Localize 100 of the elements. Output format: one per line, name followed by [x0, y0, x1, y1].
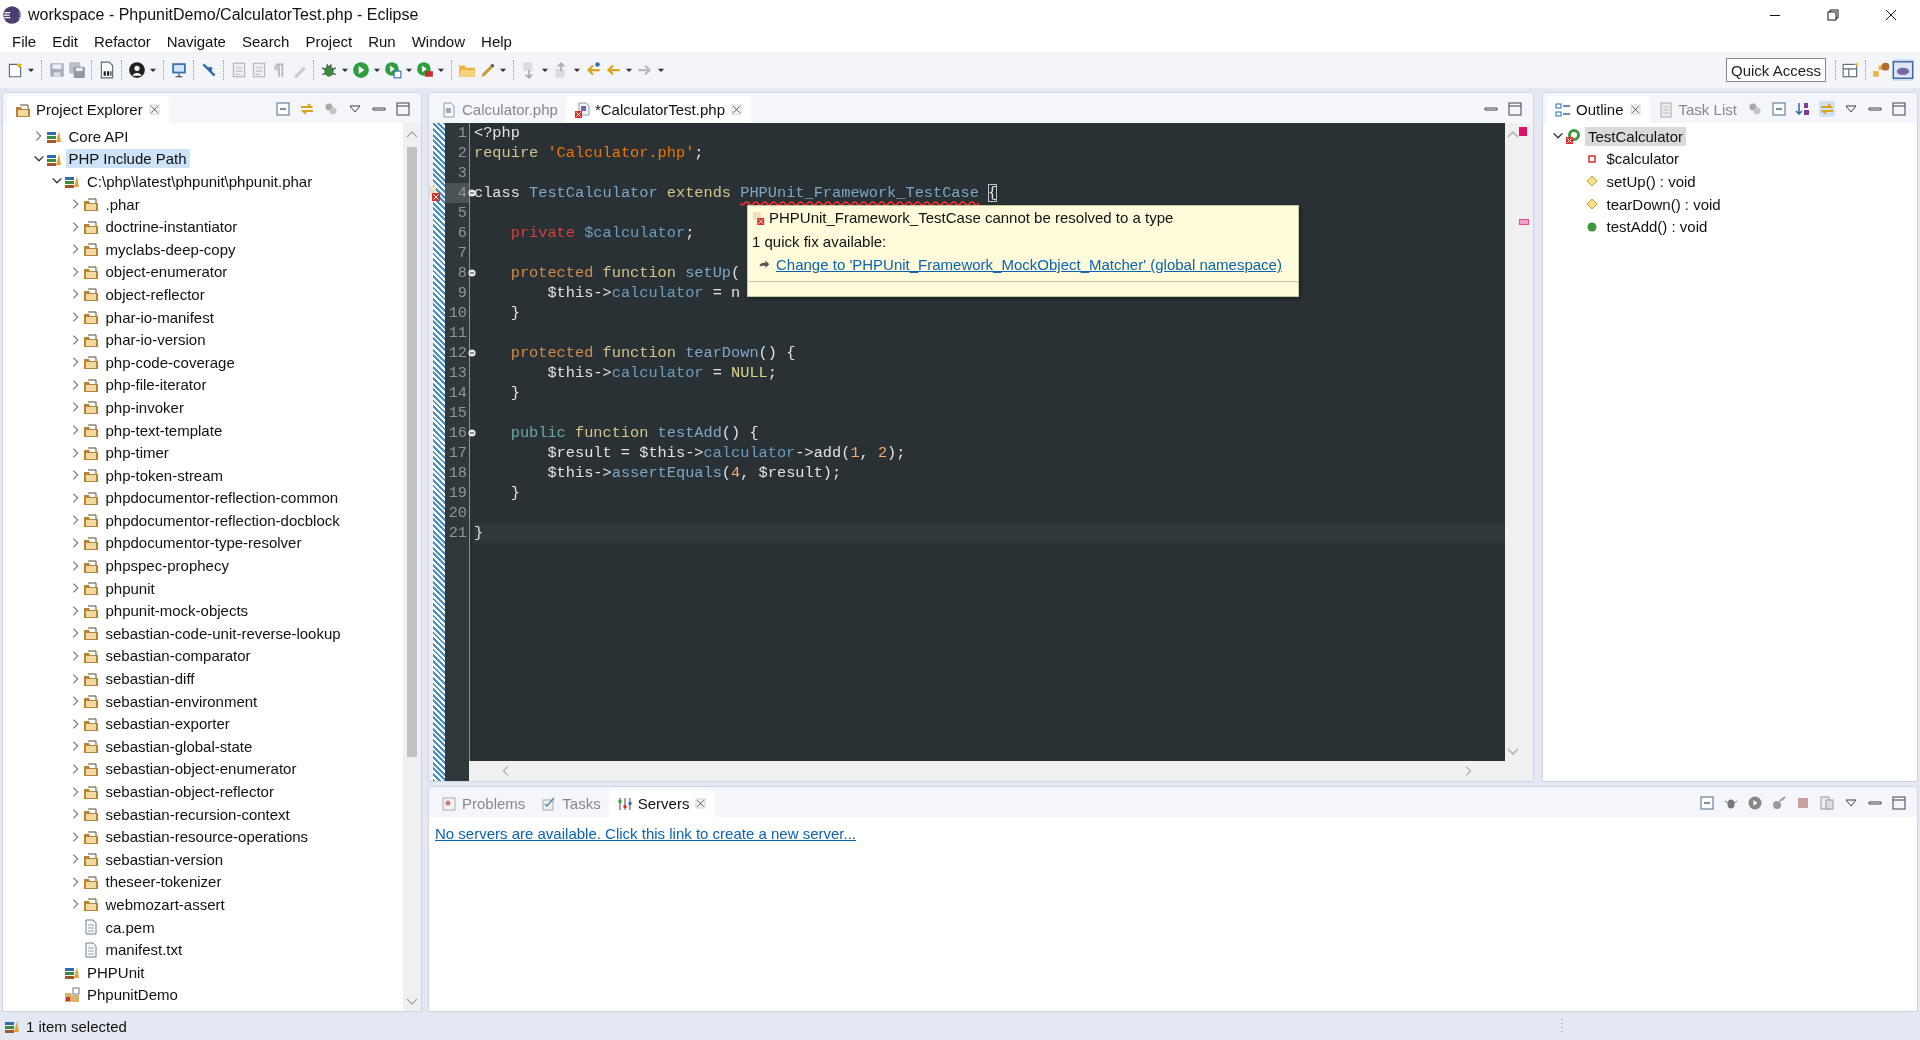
tree-item[interactable]: ca.pem — [102, 917, 158, 937]
tree-item[interactable]: Core API — [65, 126, 132, 146]
profile-icon[interactable] — [1771, 795, 1787, 811]
tree-item[interactable]: setUp() : void — [1603, 172, 1699, 191]
tree-item[interactable]: testAdd() : void — [1603, 217, 1711, 237]
tree-item[interactable]: phpspec-prophecy — [102, 556, 232, 576]
close-icon[interactable] — [147, 103, 161, 116]
start-icon[interactable] — [1747, 795, 1763, 811]
tree-item[interactable]: manifest.txt — [102, 940, 186, 960]
tree-item[interactable]: php-timer — [102, 443, 172, 463]
tree-item[interactable]: TestCalculator — [1585, 126, 1687, 146]
tree-item[interactable]: sebastian-comparator — [102, 646, 254, 666]
tree-item[interactable]: sebastian-diff — [102, 669, 198, 689]
tree-item[interactable]: sebastian-object-enumerator — [102, 759, 300, 779]
person-icon[interactable] — [128, 61, 146, 79]
tree-item[interactable]: object-enumerator — [102, 262, 231, 282]
tree-item[interactable]: phpdocumentor-type-resolver — [102, 533, 305, 553]
tree-item[interactable]: C:\php\latest\phpunit\phpunit.phar — [84, 172, 316, 191]
save-icon[interactable] — [48, 61, 66, 79]
collapse-all-icon[interactable] — [1771, 101, 1787, 117]
stop-icon[interactable] — [1795, 795, 1811, 811]
menu-item[interactable]: Search — [233, 32, 298, 50]
maximize-icon[interactable] — [395, 101, 411, 117]
php-perspective-icon[interactable] — [1892, 59, 1914, 81]
menu-item[interactable]: Project — [297, 32, 361, 50]
tree-item[interactable]: PHPUnit — [84, 962, 148, 982]
close-icon[interactable] — [1628, 103, 1642, 116]
tree-item[interactable]: webmozart-assert — [102, 895, 228, 914]
quick-fix-link[interactable]: Change to 'PHPUnit_Framework_MockObject_Matcher' (global namespace) — [776, 256, 1282, 273]
tree-item[interactable]: sebastian-code-unit-reverse-lookup — [102, 623, 344, 643]
close-icon[interactable] — [694, 797, 708, 810]
error-summary-marker[interactable] — [1519, 127, 1527, 136]
menu-item[interactable]: File — [4, 32, 45, 50]
tree-item[interactable]: phar-io-manifest — [102, 307, 217, 327]
tree-item[interactable]: phpdocumentor-reflection-docblock — [102, 510, 343, 530]
binary-file-icon[interactable] — [98, 61, 116, 79]
tree-item[interactable]: .phar — [102, 194, 143, 214]
menu-item[interactable]: Window — [403, 32, 474, 50]
tree-item[interactable]: sebastian-object-reflector — [102, 782, 277, 801]
save-all-icon[interactable] — [68, 61, 86, 79]
pin-icon[interactable] — [200, 61, 218, 79]
open-perspective-icon[interactable] — [1842, 61, 1860, 79]
link-editor-icon[interactable] — [299, 101, 315, 117]
collapse-all-icon[interactable] — [1699, 795, 1715, 811]
menu-item[interactable]: Help — [473, 32, 520, 50]
quick-access-field[interactable]: Quick Access — [1726, 58, 1826, 82]
maximize-icon[interactable] — [1507, 101, 1523, 117]
tab[interactable]: Outline — [1547, 96, 1650, 123]
tree-item[interactable]: sebastian-recursion-context — [102, 804, 293, 824]
menu-item[interactable]: Edit — [44, 32, 87, 50]
maximize-icon[interactable] — [1891, 795, 1907, 811]
tree-item[interactable]: phpunit-mock-objects — [102, 601, 252, 621]
menu-item[interactable]: Navigate — [158, 32, 234, 50]
tree-item[interactable]: object-reflector — [102, 284, 208, 304]
tree-item[interactable]: PhpunitDemo — [84, 985, 181, 1005]
fold-icon[interactable] — [468, 349, 476, 357]
tools-icon[interactable] — [416, 61, 434, 79]
tree-item[interactable]: doctrine-instantiator — [102, 217, 241, 237]
tree-item[interactable]: $calculator — [1603, 149, 1683, 169]
publish-icon[interactable] — [1819, 795, 1835, 811]
tree-item[interactable]: sebastian-environment — [102, 691, 261, 711]
error-icon[interactable] — [429, 185, 442, 201]
tree-item[interactable]: php-invoker — [102, 397, 187, 417]
filter-icon[interactable] — [323, 101, 339, 117]
tree-item[interactable]: sebastian-exporter — [102, 714, 233, 734]
filter-icon[interactable] — [1747, 101, 1763, 117]
fold-icon[interactable] — [468, 429, 476, 437]
tree-item[interactable]: sebastian-global-state — [102, 736, 256, 756]
tab[interactable]: *CalculatorTest.php — [565, 96, 751, 123]
tree-item[interactable]: sebastian-resource-operations — [102, 827, 312, 847]
tree-item[interactable]: tearDown() : void — [1603, 194, 1724, 214]
tree-item[interactable]: phpdocumentor-reflection-common — [102, 488, 342, 508]
team-perspective-icon[interactable] — [1872, 61, 1890, 79]
bug-icon[interactable] — [320, 61, 338, 79]
fold-icon[interactable] — [468, 269, 476, 277]
tab[interactable]: Project Explorer — [7, 96, 169, 123]
tree-item[interactable]: sebastian-version — [102, 849, 227, 869]
menu-item[interactable]: Run — [360, 32, 404, 50]
error-marker[interactable] — [1519, 219, 1529, 225]
tree-item[interactable]: php-text-template — [102, 420, 226, 440]
monitor-icon[interactable] — [170, 61, 188, 79]
tree-item[interactable]: myclabs-deep-copy — [102, 239, 239, 259]
close-icon[interactable] — [730, 103, 743, 116]
tree-item[interactable]: php-token-stream — [102, 465, 227, 485]
tree-item[interactable]: phar-io-version — [102, 330, 209, 350]
coverage-icon[interactable] — [384, 61, 402, 79]
tree-item[interactable]: php-code-coverage — [102, 352, 238, 372]
tree-item[interactable]: theseer-tokenizer — [102, 872, 225, 892]
tree-item[interactable]: PHP Include Path — [65, 149, 190, 169]
collapse-all-icon[interactable] — [275, 101, 291, 117]
sort-icon[interactable] — [1795, 101, 1811, 117]
tab[interactable]: Servers — [608, 790, 716, 817]
scrollbar-thumb[interactable] — [407, 147, 417, 757]
create-server-link[interactable]: No servers are available. Click this link to create a new server... — [435, 825, 856, 842]
menu-item[interactable]: Refactor — [86, 32, 159, 50]
tree-item[interactable]: php-file-iterator — [102, 375, 210, 395]
tree-item[interactable]: phpunit — [102, 578, 158, 598]
maximize-icon[interactable] — [1891, 101, 1907, 117]
fold-icon[interactable] — [468, 189, 476, 197]
new-file-icon[interactable] — [6, 61, 24, 79]
